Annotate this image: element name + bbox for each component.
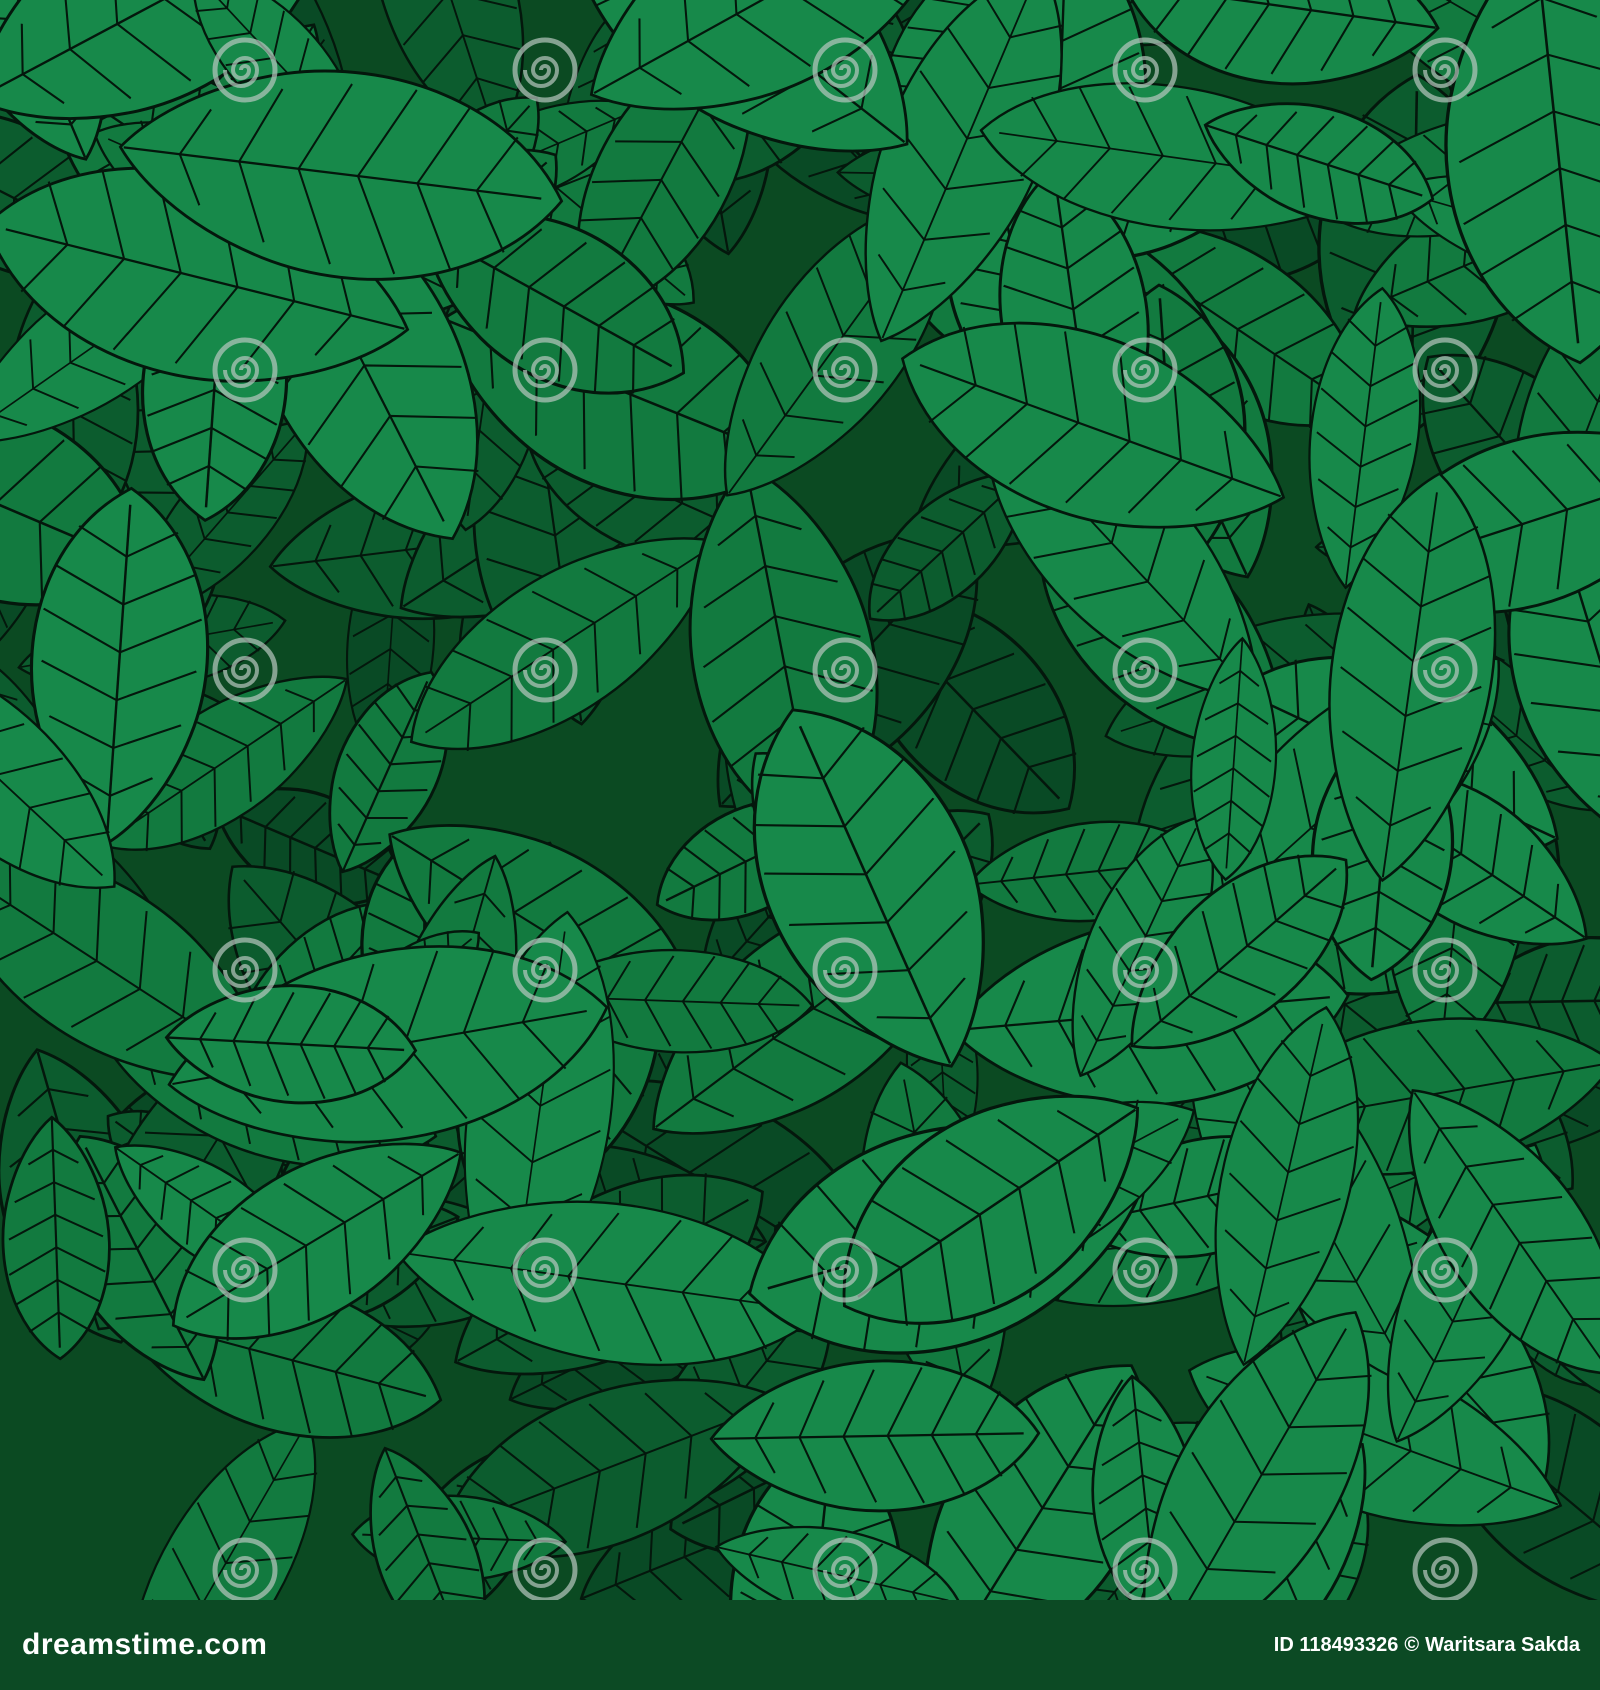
footer-bar: dreamstime.com ID 118493326 © Waritsara … (0, 1600, 1600, 1690)
leaf-pattern (0, 0, 1600, 1600)
author-name[interactable]: Waritsara Sakda (1425, 1634, 1580, 1657)
footer-logo[interactable]: dreamstime.com (22, 1628, 267, 1662)
leaf-pattern-artwork (0, 0, 1600, 1600)
copyright-symbol: © (1404, 1633, 1420, 1656)
image-id: ID 118493326 (1273, 1633, 1399, 1656)
footer-credit: ID 118493326 © Waritsara Sakda (1274, 1634, 1580, 1657)
